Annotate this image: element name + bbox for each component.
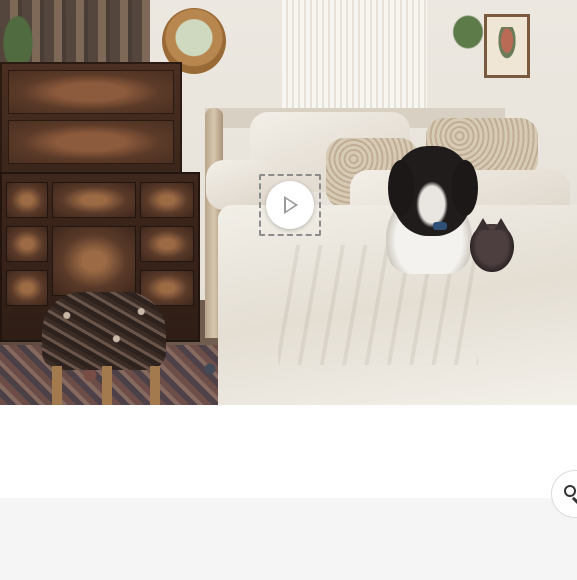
thumbnail-cabinet-panel (52, 182, 136, 218)
content-area (0, 405, 577, 498)
play-button[interactable] (266, 181, 314, 229)
thumbnail-cabinet-panel (140, 226, 194, 262)
bottom-bar (0, 498, 577, 580)
thumbnail-stool-leg (52, 366, 62, 405)
thumbnail-dog-bow (433, 222, 447, 230)
thumbnail-cat (470, 218, 514, 272)
thumbnail-dog-ear (388, 160, 414, 216)
thumbnail-cabinet-panel (140, 182, 194, 218)
thumbnail-stool-leg (150, 366, 160, 405)
thumbnail-stool (42, 292, 166, 370)
search-icon-handle (571, 497, 577, 504)
thumbnail-dog-ear (452, 160, 478, 216)
thumbnail-drawer (8, 70, 174, 114)
thumbnail-cabinet-panel (6, 182, 48, 218)
page (0, 0, 577, 580)
play-icon (284, 196, 298, 214)
thumbnail-cabinet-panel (6, 226, 48, 262)
thumbnail-dresser (0, 62, 182, 174)
thumbnail-cabinet-panel (6, 270, 48, 306)
thumbnail-drawer (8, 120, 174, 164)
thumbnail-cabinet-panel (52, 226, 136, 296)
thumbnail-macrame (282, 0, 427, 108)
thumbnail-hanging-plant (448, 10, 488, 54)
thumbnail-stool-leg (102, 366, 112, 405)
thumbnail-picture-frame (484, 14, 530, 78)
thumbnail-plant (0, 10, 36, 65)
video-player[interactable] (0, 0, 577, 405)
search-icon (564, 485, 576, 497)
